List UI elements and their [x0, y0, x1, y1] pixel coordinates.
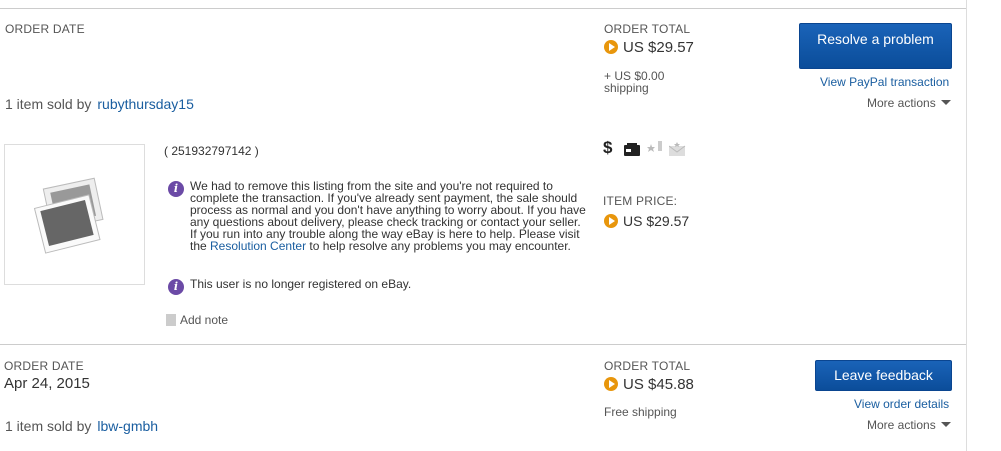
right-border	[966, 0, 967, 451]
resolution-center-link[interactable]: Resolution Center	[210, 239, 306, 253]
resolve-problem-button[interactable]: Resolve a problem	[799, 23, 952, 69]
dollar-icon: $	[603, 138, 613, 157]
listing-removed-notice: We had to remove this listing from the s…	[190, 180, 590, 252]
feedback-left-icon	[647, 141, 663, 160]
order-total-value: US $29.57	[623, 39, 694, 56]
add-note-link[interactable]: Add note	[166, 313, 228, 327]
image-placeholder-icon	[33, 177, 104, 254]
sold-by: 1 item sold by lbw-gmbh	[5, 418, 158, 434]
sold-by: 1 item sold by rubythursday15	[5, 96, 194, 112]
item-price-value: US $29.57	[623, 213, 690, 229]
view-paypal-transaction-link[interactable]: View PayPal transaction	[820, 75, 949, 89]
paypal-coin-icon	[604, 214, 618, 228]
item-number: ( 251932797142 )	[164, 144, 259, 158]
more-actions-dropdown[interactable]: More actions	[867, 96, 951, 110]
shipping-cost: Free shipping	[604, 405, 677, 419]
order-total: US $29.57	[604, 39, 694, 56]
add-note-label: Add note	[180, 313, 229, 327]
sold-by-prefix: 1 item sold by	[5, 96, 92, 112]
notice-text-after-link: to help resolve any problems you may enc…	[306, 239, 571, 253]
info-icon: i	[168, 277, 184, 295]
order-total: US $45.88	[604, 376, 694, 393]
paypal-coin-icon	[604, 40, 618, 54]
seller-link[interactable]: rubythursday15	[97, 96, 194, 112]
caret-down-icon	[940, 422, 951, 427]
sold-by-prefix: 1 item sold by	[5, 418, 92, 434]
add-note-icon	[166, 314, 176, 326]
user-unregistered-notice: This user is no longer registered on eBa…	[190, 277, 412, 291]
order-date-value: Apr 24, 2015	[4, 375, 90, 392]
order-date-label: ORDER DATE	[5, 22, 85, 36]
order-divider	[0, 344, 966, 345]
shipping-cost-label: shipping	[604, 81, 649, 95]
item-price-label: ITEM PRICE:	[603, 194, 678, 208]
order-total-label: ORDER TOTAL	[604, 22, 691, 36]
shipping-cost: + US $0.00 shipping	[604, 70, 664, 94]
more-actions-label: More actions	[867, 418, 936, 432]
more-actions-dropdown[interactable]: More actions	[867, 418, 951, 432]
feedback-received-icon	[668, 142, 686, 161]
order-total-label: ORDER TOTAL	[604, 359, 691, 373]
paypal-coin-icon	[604, 377, 618, 391]
delivery-icon	[624, 143, 640, 161]
caret-down-icon	[940, 100, 951, 105]
seller-link[interactable]: lbw-gmbh	[97, 418, 158, 434]
more-actions-label: More actions	[867, 96, 936, 110]
order-total-value: US $45.88	[623, 376, 694, 393]
view-order-details-link[interactable]: View order details	[854, 397, 949, 411]
top-divider	[0, 8, 966, 9]
order-date-label: ORDER DATE	[4, 359, 84, 373]
leave-feedback-button[interactable]: Leave feedback	[815, 360, 952, 391]
item-thumbnail[interactable]	[4, 144, 145, 285]
item-price: US $29.57	[604, 213, 689, 229]
info-icon: i	[168, 179, 184, 197]
